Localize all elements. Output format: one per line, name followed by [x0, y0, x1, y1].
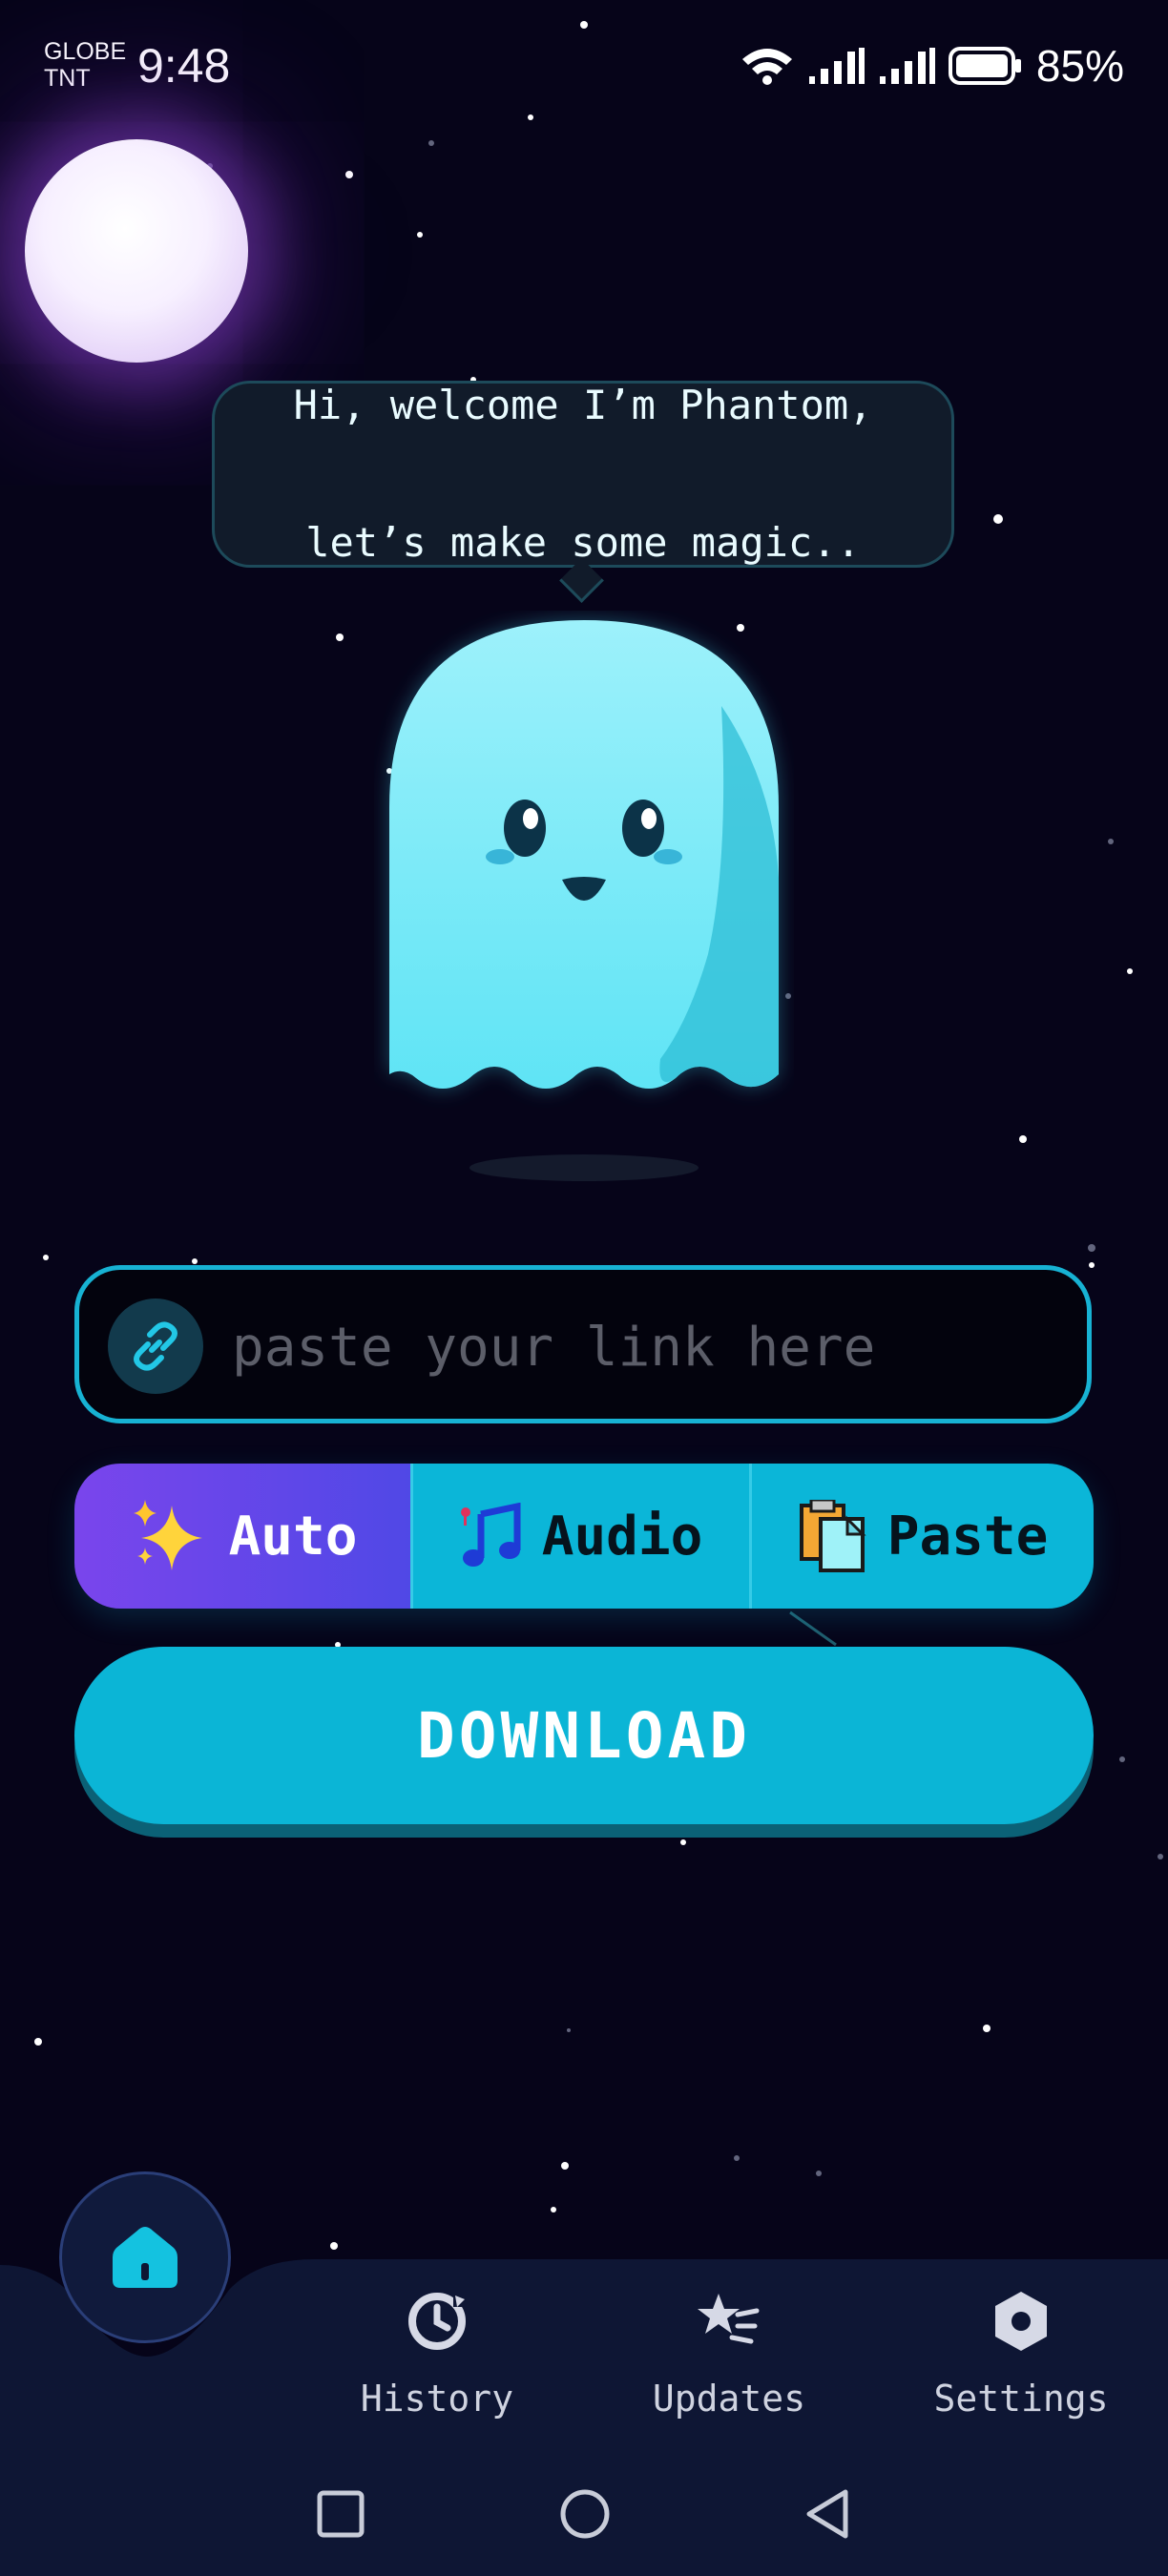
- home-system-icon[interactable]: [559, 2488, 611, 2540]
- home-button[interactable]: [59, 2171, 231, 2343]
- mode-audio-button[interactable]: Audio: [410, 1464, 750, 1609]
- battery-icon: [948, 47, 1021, 85]
- nav-updates[interactable]: Updates: [615, 2290, 844, 2420]
- moon: [25, 139, 248, 363]
- mode-paste-button[interactable]: Paste: [749, 1464, 1094, 1609]
- mode-selector: Auto Audio Paste: [74, 1464, 1094, 1609]
- link-icon: [108, 1298, 203, 1394]
- status-time: 9:48: [137, 39, 231, 93]
- mode-paste-label: Paste: [886, 1505, 1049, 1568]
- link-input[interactable]: [232, 1295, 1053, 1400]
- battery-percent: 85%: [1035, 41, 1124, 91]
- sparkles-icon: [133, 1500, 202, 1570]
- system-navigation: [0, 2471, 1168, 2576]
- nav-history[interactable]: History: [323, 2290, 552, 2420]
- recent-apps-icon[interactable]: [317, 2490, 365, 2538]
- ghost-mascot: [389, 620, 779, 1181]
- greeting-line-1: Hi, welcome I’m Phantom,: [293, 382, 873, 428]
- carrier-line-2: TNT: [44, 65, 91, 92]
- mode-auto-label: Auto: [228, 1505, 358, 1568]
- signal-icon: [879, 48, 935, 84]
- nav-settings[interactable]: Settings: [907, 2290, 1136, 2420]
- home-icon: [113, 2227, 177, 2288]
- nav-settings-label: Settings: [933, 2378, 1109, 2420]
- status-icons: 85%: [740, 40, 1124, 92]
- settings-icon: [995, 2292, 1047, 2351]
- history-icon: [408, 2293, 467, 2350]
- signal-icon: [808, 48, 865, 84]
- carrier-label: GLOBE TNT: [44, 38, 126, 92]
- mode-audio-label: Audio: [541, 1505, 703, 1568]
- updates-icon: [698, 2294, 760, 2344]
- mode-auto-button[interactable]: Auto: [74, 1464, 411, 1609]
- music-note-icon: [460, 1503, 521, 1567]
- wifi-icon: [741, 49, 792, 85]
- clipboard-icon: [799, 1500, 866, 1572]
- back-icon[interactable]: [803, 2488, 851, 2540]
- carrier-line-1: GLOBE: [44, 38, 127, 65]
- link-input-container[interactable]: [74, 1265, 1092, 1423]
- speech-bubble: Hi, welcome I’m Phantom, let’s make some…: [212, 381, 954, 568]
- status-bar: GLOBE TNT 9:48 85%: [0, 0, 1168, 134]
- nav-updates-label: Updates: [652, 2378, 806, 2420]
- nav-history-label: History: [360, 2378, 514, 2420]
- download-button[interactable]: DOWNLOAD: [74, 1647, 1094, 1824]
